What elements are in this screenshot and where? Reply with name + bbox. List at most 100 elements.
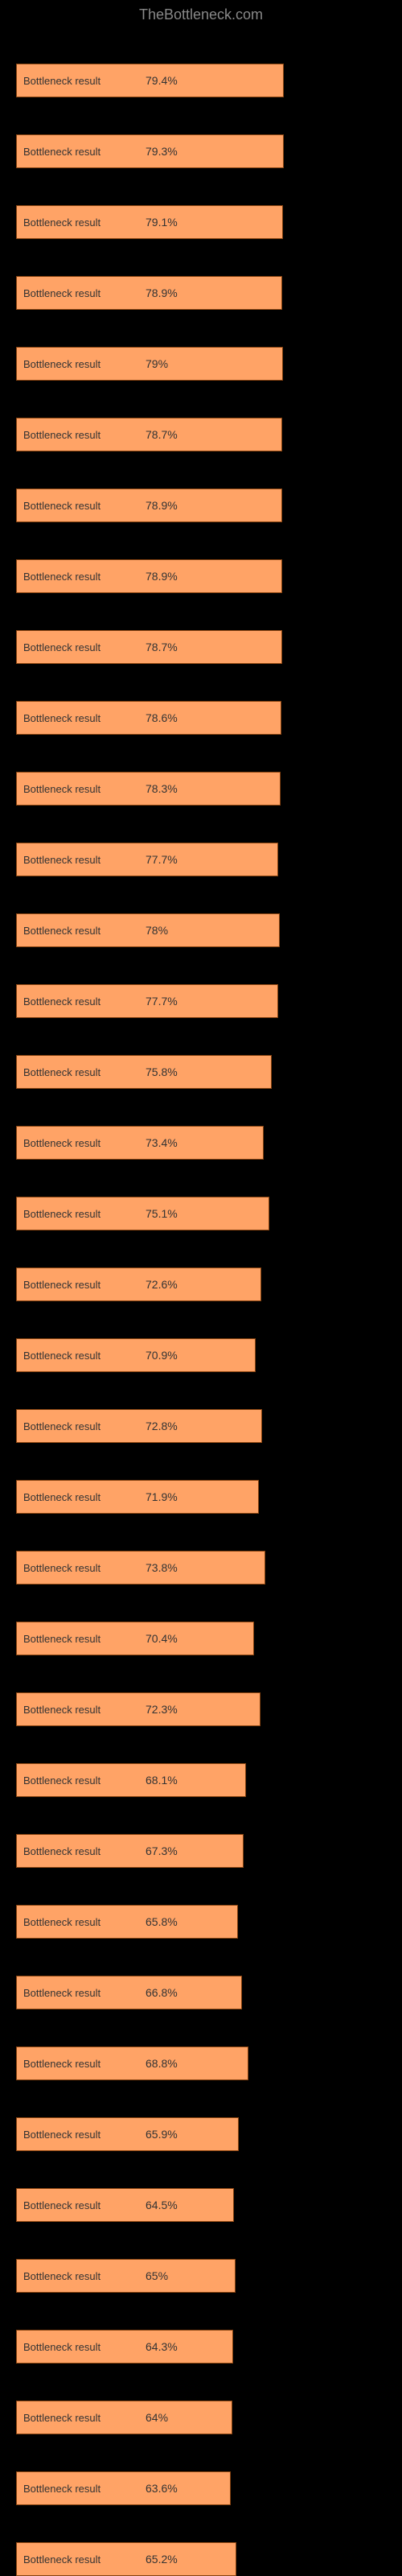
bar-row: Bottleneck result79.4%	[16, 27, 386, 97]
bottleneck-bar: Bottleneck result78.9%	[16, 559, 282, 593]
bar-series-label: Bottleneck result	[23, 2483, 100, 2495]
bottleneck-bar: Bottleneck result68.8%	[16, 2046, 248, 2080]
bar-row: Bottleneck result79.1%	[16, 168, 386, 239]
bar-row: Bottleneck result79%	[16, 310, 386, 381]
bar-value: 79%	[146, 357, 168, 370]
bar-top-label	[16, 1881, 386, 1903]
bottleneck-bar: Bottleneck result70.9%	[16, 1338, 256, 1372]
bar-row: Bottleneck result77.7%	[16, 947, 386, 1018]
bar-top-label	[16, 535, 386, 558]
bar-row: Bottleneck result77.7%	[16, 806, 386, 876]
bar-value: 67.3%	[146, 1844, 178, 1857]
bar-row: Bottleneck result75.8%	[16, 1018, 386, 1089]
bar-wrapper: Bottleneck result 65.2%	[16, 2542, 386, 2576]
bar-top-label	[16, 2376, 386, 2399]
bar-row: Bottleneck result78.3%	[16, 735, 386, 806]
bar-value: 65%	[146, 2269, 168, 2282]
bar-series-label: Bottleneck result	[23, 1420, 100, 1432]
bar-top-label	[16, 1031, 386, 1053]
bar-row: Bottleneck result78.6%	[16, 664, 386, 735]
bar-series-label: Bottleneck result	[23, 2129, 100, 2141]
bar-wrapper: Bottleneck result78.7%	[16, 418, 386, 451]
bar-series-label: Bottleneck result	[23, 1633, 100, 1645]
bar-top-label	[16, 1597, 386, 1620]
bar-value: 71.9%	[146, 1490, 178, 1503]
bar-series-label: Bottleneck result	[23, 1845, 100, 1857]
bar-value: 78%	[146, 924, 168, 937]
bar-top-label	[16, 748, 386, 770]
bottleneck-bar: Bottleneck result 71.9%	[16, 1480, 259, 1514]
bar-row: Bottleneck result78.9%	[16, 239, 386, 310]
bar-value: 65.2%	[146, 2553, 178, 2566]
bar-row: Bottleneck result68.1%	[16, 1726, 386, 1797]
bar-row: Bottleneck result65.8%	[16, 1868, 386, 1939]
bar-top-label	[16, 39, 386, 62]
bar-wrapper: Bottleneck result64.3%	[16, 2330, 386, 2364]
bar-wrapper: Bottleneck result79%	[16, 347, 386, 381]
bottleneck-bar: Bottleneck result79.4%	[16, 64, 284, 97]
bar-row: Bottleneck result78.9%	[16, 522, 386, 593]
bar-series-label: Bottleneck result	[23, 287, 100, 299]
bar-value: 66.8%	[146, 1986, 178, 1999]
bar-series-label: Bottleneck result	[23, 2058, 100, 2070]
bar-value: 73.4%	[146, 1136, 178, 1149]
bottleneck-bar: Bottleneck result79.1%	[16, 205, 283, 239]
bar-wrapper: Bottleneck result 72.8%	[16, 1409, 386, 1443]
bar-value: 75.1%	[146, 1207, 178, 1220]
bar-series-label: Bottleneck result	[23, 1491, 100, 1503]
bar-value: 79.3%	[146, 145, 178, 158]
bar-series-label: Bottleneck result	[23, 2553, 100, 2566]
bar-value: 72.8%	[146, 1420, 178, 1432]
bar-row: Bottleneck result65.9%	[16, 2080, 386, 2151]
bottleneck-bar: Bottleneck result68.1%	[16, 1763, 246, 1797]
bar-row: Bottleneck result 66.8%	[16, 1939, 386, 2009]
bar-value: 75.8%	[146, 1065, 178, 1078]
bar-top-label	[16, 323, 386, 345]
bar-top-label	[16, 1243, 386, 1266]
bar-wrapper: Bottleneck result78.7%	[16, 630, 386, 664]
bar-top-label	[16, 1527, 386, 1549]
bottleneck-bar: Bottleneck result64.5%	[16, 2188, 234, 2222]
site-header: TheBottleneck.com	[0, 0, 402, 27]
bottleneck-bar: Bottleneck result75.8%	[16, 1055, 272, 1089]
bar-value: 64.3%	[146, 2340, 178, 2353]
bottleneck-bar: Bottleneck result79.3%	[16, 134, 284, 168]
bar-row: Bottleneck result64%	[16, 2364, 386, 2434]
bottleneck-bar: Bottleneck result 72.8%	[16, 1409, 262, 1443]
bottleneck-bar: Bottleneck result64%	[16, 2401, 232, 2434]
bar-wrapper: Bottleneck result 66.8%	[16, 1976, 386, 2009]
bar-value: 72.6%	[146, 1278, 178, 1291]
bar-top-label	[16, 1739, 386, 1762]
bar-row: Bottleneck result 75.1%	[16, 1160, 386, 1230]
bar-value: 64.5%	[146, 2199, 178, 2211]
bottleneck-bar: Bottleneck result 65.2%	[16, 2542, 236, 2576]
bar-value: 73.8%	[146, 1561, 178, 1574]
bottleneck-bar: Bottleneck result78.9%	[16, 488, 282, 522]
bar-series-label: Bottleneck result	[23, 1987, 100, 1999]
bar-wrapper: Bottleneck result77.7%	[16, 984, 386, 1018]
bar-value: 70.4%	[146, 1632, 178, 1645]
bar-top-label	[16, 2022, 386, 2045]
bar-wrapper: Bottleneck result 70.4%	[16, 1622, 386, 1655]
bar-top-label	[16, 1385, 386, 1408]
bar-series-label: Bottleneck result	[23, 2412, 100, 2424]
bar-top-label	[16, 1102, 386, 1124]
bar-top-label	[16, 181, 386, 204]
bar-top-label	[16, 1314, 386, 1337]
bar-wrapper: Bottleneck result64%	[16, 2401, 386, 2434]
bar-series-label: Bottleneck result	[23, 216, 100, 229]
bar-wrapper: Bottleneck result65.9%	[16, 2117, 386, 2151]
bar-top-label	[16, 464, 386, 487]
bar-series-label: Bottleneck result	[23, 1208, 100, 1220]
bar-wrapper: Bottleneck result78.6%	[16, 701, 386, 735]
bar-wrapper: Bottleneck result65%	[16, 2259, 386, 2293]
bar-wrapper: Bottleneck result72.3%	[16, 1692, 386, 1726]
bar-wrapper: Bottleneck result78.9%	[16, 488, 386, 522]
bar-value: 70.9%	[146, 1349, 178, 1362]
bar-value: 79.4%	[146, 74, 178, 87]
bottleneck-bar: Bottleneck result 66.8%	[16, 1976, 242, 2009]
bar-value: 78.9%	[146, 499, 178, 512]
bar-row: Bottleneck result73.4%	[16, 1089, 386, 1160]
bottleneck-bar: Bottleneck result78.7%	[16, 630, 282, 664]
bar-row: Bottleneck result 67.3%	[16, 1797, 386, 1868]
